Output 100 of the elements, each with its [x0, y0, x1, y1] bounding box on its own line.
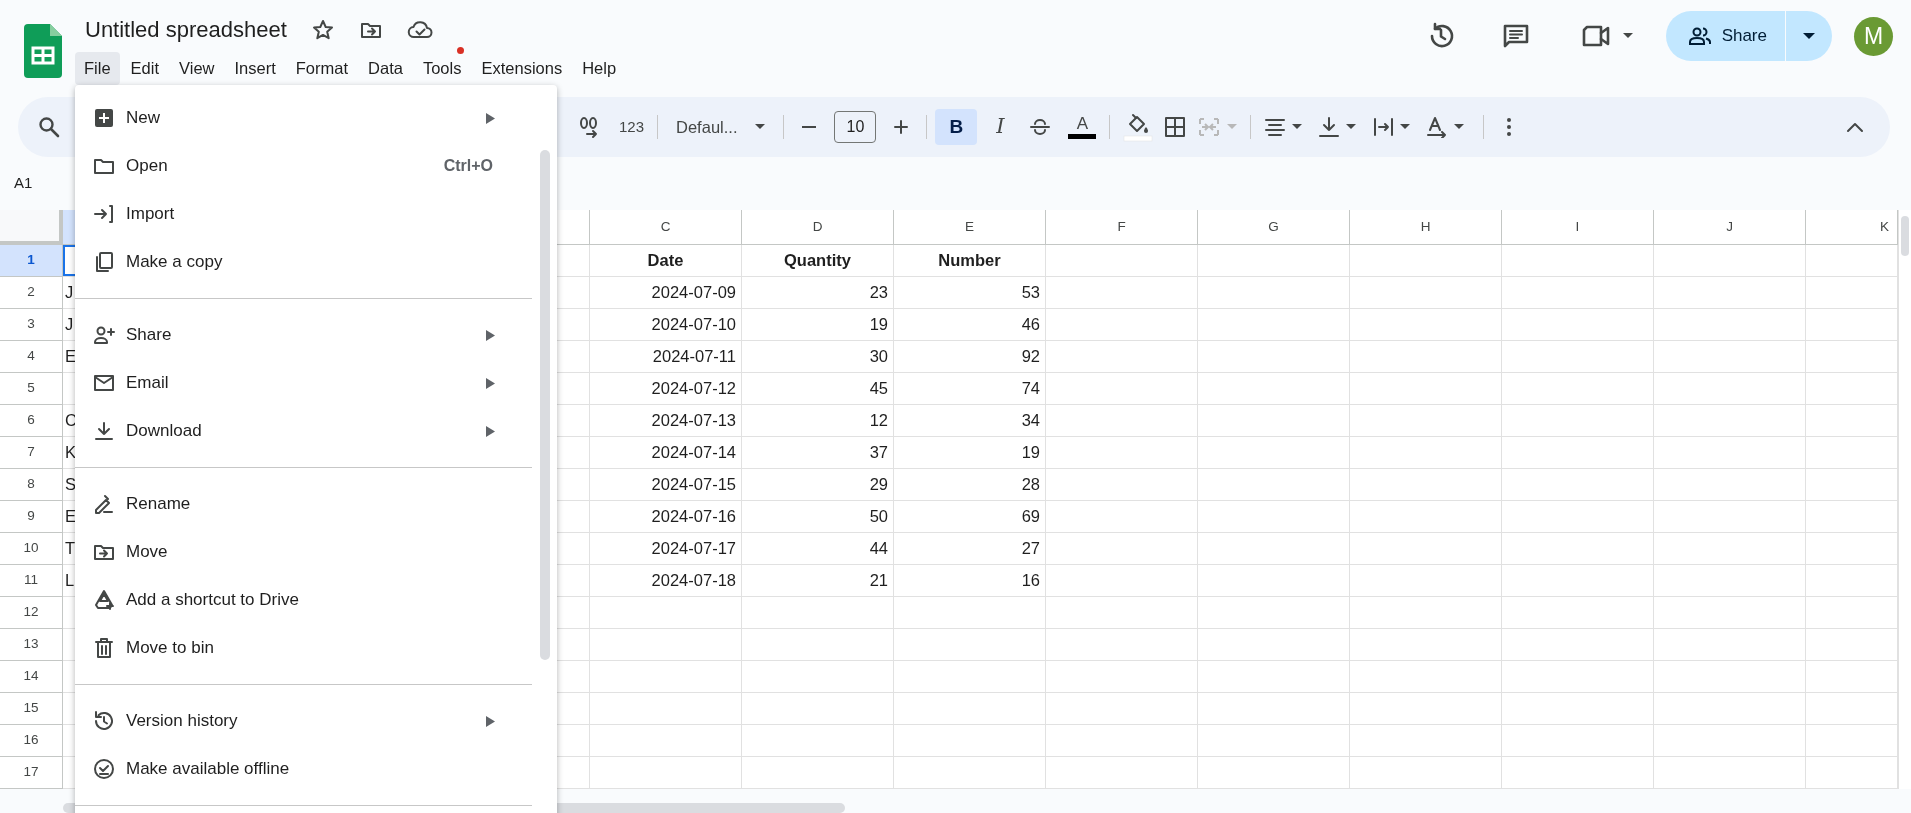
menu-item[interactable]: Open Ctrl+O	[75, 142, 532, 190]
table-cell[interactable]	[1350, 469, 1502, 501]
table-cell[interactable]	[1806, 597, 1898, 629]
table-cell[interactable]	[1198, 757, 1350, 789]
table-cell[interactable]	[1654, 629, 1806, 661]
table-cell[interactable]	[1198, 277, 1350, 309]
table-cell[interactable]	[1046, 629, 1198, 661]
table-cell[interactable]	[1046, 725, 1198, 757]
table-cell[interactable]	[742, 629, 894, 661]
row-header[interactable]: 7	[0, 437, 63, 469]
table-cell[interactable]	[1806, 757, 1898, 789]
menu-item[interactable]: Rename	[75, 480, 532, 528]
menu-item[interactable]: Add a shortcut to Drive	[75, 576, 532, 624]
table-cell[interactable]: 2024-07-18	[590, 565, 742, 597]
table-cell[interactable]	[1502, 533, 1654, 565]
row-header[interactable]: 9	[0, 501, 63, 533]
table-cell[interactable]: 50	[742, 501, 894, 533]
table-cell[interactable]	[1502, 725, 1654, 757]
table-cell[interactable]	[1806, 533, 1898, 565]
table-cell[interactable]: 21	[742, 565, 894, 597]
table-cell[interactable]	[1046, 533, 1198, 565]
spreadsheet-logo-icon[interactable]	[23, 24, 62, 78]
table-cell[interactable]	[894, 661, 1046, 693]
table-cell[interactable]: 53	[894, 277, 1046, 309]
table-cell[interactable]	[1502, 757, 1654, 789]
table-cell[interactable]	[1198, 597, 1350, 629]
table-cell[interactable]	[1806, 309, 1898, 341]
bold-button[interactable]: B	[935, 109, 978, 145]
table-cell[interactable]	[1502, 405, 1654, 437]
menu-item[interactable]: Make available offline	[75, 745, 532, 793]
menu-item[interactable]: Move to bin	[75, 624, 532, 672]
table-cell[interactable]	[1350, 501, 1502, 533]
table-cell[interactable]	[1502, 245, 1654, 277]
table-cell[interactable]	[1350, 565, 1502, 597]
column-header[interactable]: F	[1046, 210, 1198, 245]
row-header[interactable]: 14	[0, 661, 63, 693]
table-cell[interactable]	[742, 693, 894, 725]
row-header[interactable]: 1	[0, 245, 63, 277]
table-cell[interactable]: 2024-07-12	[590, 373, 742, 405]
table-cell[interactable]	[1806, 501, 1898, 533]
menu-item[interactable]: Help	[573, 52, 626, 85]
table-cell[interactable]	[1350, 277, 1502, 309]
table-cell[interactable]	[742, 725, 894, 757]
table-cell[interactable]	[1198, 629, 1350, 661]
name-box[interactable]: A1	[14, 172, 33, 195]
table-cell[interactable]: 19	[894, 437, 1046, 469]
table-cell[interactable]: 30	[742, 341, 894, 373]
table-cell[interactable]	[1654, 501, 1806, 533]
menu-item[interactable]: Tools	[413, 52, 471, 85]
table-cell[interactable]: 74	[894, 373, 1046, 405]
table-cell[interactable]	[1654, 597, 1806, 629]
menu-item[interactable]: Version history	[75, 697, 532, 745]
table-cell[interactable]: 46	[894, 309, 1046, 341]
table-cell[interactable]: 2024-07-11	[590, 341, 742, 373]
table-cell[interactable]	[1350, 661, 1502, 693]
table-cell[interactable]	[1654, 725, 1806, 757]
table-cell[interactable]	[590, 661, 742, 693]
select-all-corner[interactable]	[0, 210, 63, 245]
table-cell[interactable]	[1654, 469, 1806, 501]
table-cell[interactable]	[1654, 533, 1806, 565]
table-cell[interactable]: 2024-07-13	[590, 405, 742, 437]
scrollbar-thumb[interactable]	[540, 150, 550, 660]
menu-item[interactable]: Data	[359, 52, 412, 85]
column-header[interactable]: G	[1198, 210, 1350, 245]
table-cell[interactable]	[894, 629, 1046, 661]
table-cell[interactable]: 2024-07-16	[590, 501, 742, 533]
table-cell[interactable]	[1654, 309, 1806, 341]
table-cell[interactable]	[1502, 341, 1654, 373]
table-cell[interactable]	[1350, 373, 1502, 405]
table-cell[interactable]	[1198, 437, 1350, 469]
table-cell[interactable]	[1502, 373, 1654, 405]
font-size-field[interactable]: 10	[834, 111, 877, 143]
table-cell[interactable]	[1046, 373, 1198, 405]
caret-icon[interactable]	[1292, 124, 1303, 130]
table-cell[interactable]: Date	[590, 245, 742, 277]
table-cell[interactable]	[1654, 693, 1806, 725]
table-cell[interactable]	[1198, 245, 1350, 277]
caret-icon[interactable]	[1454, 124, 1465, 130]
row-header[interactable]: 5	[0, 373, 63, 405]
table-cell[interactable]: 16	[894, 565, 1046, 597]
menu-item[interactable]: Edit	[121, 52, 169, 85]
table-cell[interactable]	[894, 693, 1046, 725]
table-cell[interactable]	[1654, 437, 1806, 469]
table-cell[interactable]	[1046, 565, 1198, 597]
table-cell[interactable]	[1502, 693, 1654, 725]
table-cell[interactable]	[1350, 405, 1502, 437]
menu-item[interactable]: New	[75, 94, 532, 142]
table-cell[interactable]: 69	[894, 501, 1046, 533]
column-header[interactable]: E	[894, 210, 1046, 245]
table-cell[interactable]	[1046, 597, 1198, 629]
row-header[interactable]: 4	[0, 341, 63, 373]
row-header[interactable]: 3	[0, 309, 63, 341]
table-cell[interactable]	[590, 629, 742, 661]
table-cell[interactable]	[1046, 309, 1198, 341]
row-header[interactable]: 17	[0, 757, 63, 789]
table-cell[interactable]	[1806, 469, 1898, 501]
caret-icon[interactable]	[755, 124, 766, 130]
table-cell[interactable]	[1502, 629, 1654, 661]
table-cell[interactable]	[1350, 341, 1502, 373]
table-cell[interactable]	[1654, 757, 1806, 789]
